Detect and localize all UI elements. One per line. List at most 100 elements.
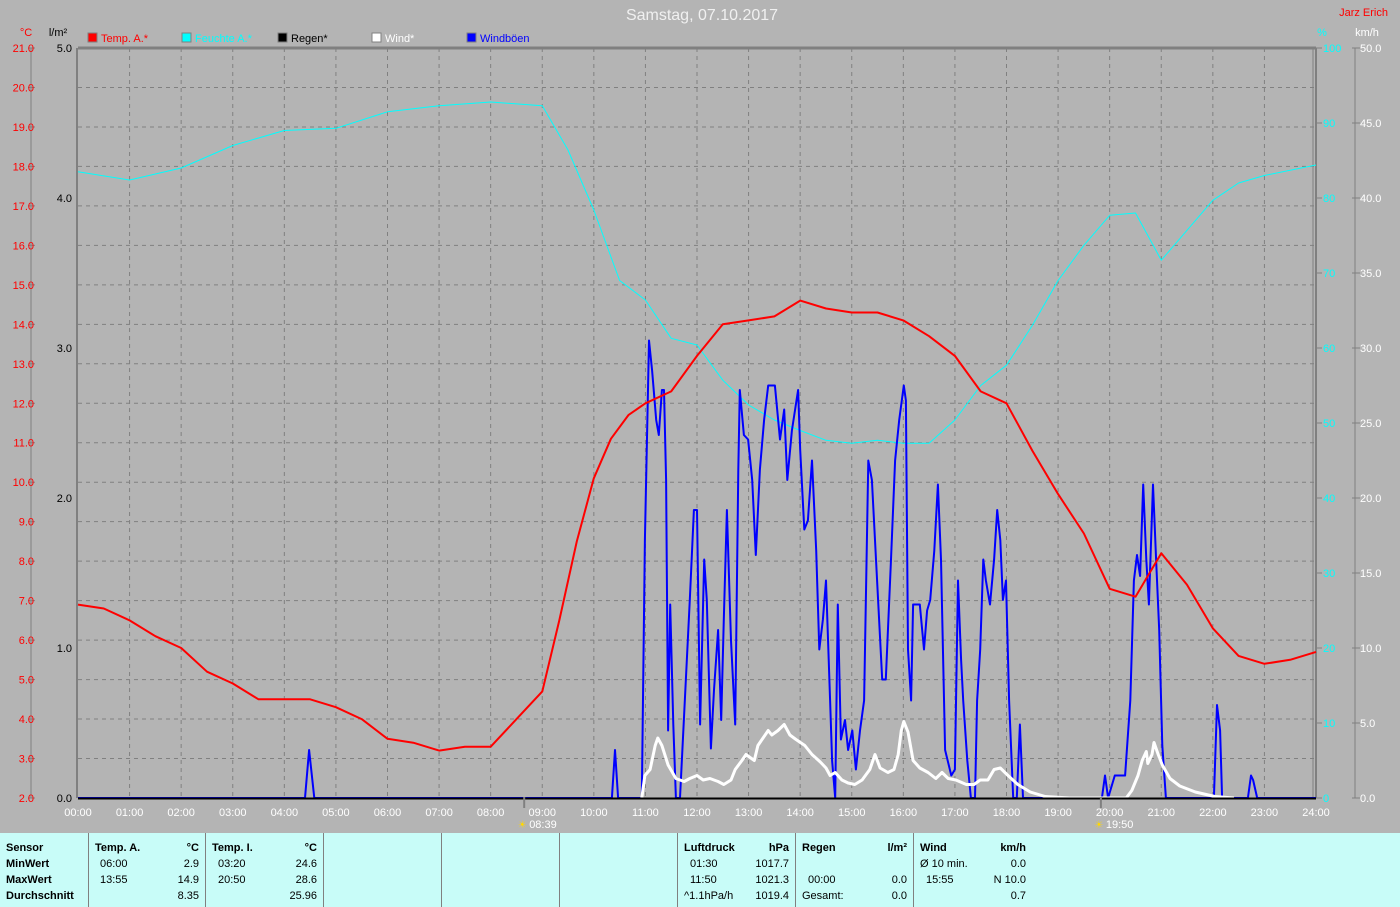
x-tick-label: 14:00: [786, 807, 814, 819]
pressure-header: Luftdruck: [684, 842, 735, 854]
temp-tick-label: 3.0: [19, 754, 34, 766]
rain-total: 0.0: [891, 890, 907, 902]
legend-swatch: [466, 32, 477, 43]
temp-a-unit: °C: [186, 842, 199, 854]
temp-i-min: 24.6: [295, 858, 317, 870]
temp-tick-label: 19.0: [13, 122, 34, 134]
wind-tick-label: 10.0: [1360, 643, 1381, 655]
rain-header: Regen: [802, 842, 836, 854]
x-tick-label: 22:00: [1199, 807, 1227, 819]
x-tick-label: 02:00: [167, 807, 195, 819]
legend-label: Regen*: [291, 33, 328, 45]
x-tick-label: 05:00: [322, 807, 350, 819]
temp-i-unit: °C: [304, 842, 317, 854]
temp-a-min: 2.9: [183, 858, 199, 870]
legend: Temp. A.* Feuchte A.* Regen* Wind* Windböen: [87, 32, 530, 45]
sensor-header: Sensor: [6, 842, 44, 854]
wind-tick-label: 45.0: [1360, 118, 1381, 130]
x-tick-label: 08:00: [477, 807, 505, 819]
pressure-trend: ^1.1hPa/h: [684, 890, 734, 902]
x-tick-label: 01:00: [116, 807, 144, 819]
wind-tick-label: 5.0: [1360, 718, 1375, 730]
temp-tick-label: 21.0: [13, 43, 34, 55]
rain-tick-label: 0.0: [57, 793, 72, 805]
wind-max: N 10.0: [993, 874, 1026, 886]
temp-tick-label: 12.0: [13, 398, 34, 410]
temp-tick-label: 7.0: [19, 596, 34, 608]
rain-max-time: 00:00: [808, 874, 836, 886]
wind-tick-label: 40.0: [1360, 193, 1381, 205]
x-tick-label: 00:00: [64, 807, 92, 819]
humidity-tick-label: 90: [1323, 118, 1335, 130]
x-tick-label: 15:00: [838, 807, 866, 819]
x-tick-label: 10:00: [580, 807, 608, 819]
x-tick-label: 04:00: [271, 807, 299, 819]
humidity-tick-label: 70: [1323, 268, 1335, 280]
empty-column: [324, 833, 442, 907]
legend-label: Feuchte A.*: [195, 33, 253, 45]
humidity-tick-label: 10: [1323, 718, 1335, 730]
x-axis: 00:00 01:00 02:00 03:00 04:00 05:00 06:00 07:00…: [64, 797, 1330, 831]
empty-column: [560, 833, 678, 907]
x-tick-label: 19:00: [1044, 807, 1072, 819]
x-tick-label: 17:00: [941, 807, 969, 819]
temp-tick-label: 15.0: [13, 280, 34, 292]
rain-max: 0.0: [891, 874, 907, 886]
temp-tick-label: 13.0: [13, 359, 34, 371]
temp-tick-label: 9.0: [19, 517, 34, 529]
temp-i-header: Temp. I.: [212, 842, 253, 854]
temp-tick-label: 16.0: [13, 240, 34, 252]
station-name: Jarz Erich: [1339, 7, 1388, 19]
pressure-unit: hPa: [768, 842, 789, 854]
rain-unit: l/m²: [887, 842, 907, 854]
temp-a-header: Temp. A.: [95, 842, 141, 854]
wind-tick-label: 50.0: [1360, 43, 1381, 55]
wind-tick-label: 25.0: [1360, 418, 1381, 430]
temp-tick-label: 8.0: [19, 556, 34, 568]
x-tick-label: 13:00: [735, 807, 763, 819]
series-line-wind: [640, 720, 1235, 800]
sunrise-icon: ☀: [518, 820, 527, 831]
temp-axis-unit: °C: [20, 27, 32, 39]
rain-axis-unit: l/m²: [49, 27, 68, 39]
pressure-min-time: 01:30: [690, 858, 718, 870]
temp-i-min-time: 03:20: [218, 858, 246, 870]
weather-chart: Samstag, 07.10.2017 Jarz Erich °C l/m² %…: [13, 7, 1388, 831]
chart-title: Samstag, 07.10.2017: [626, 7, 778, 24]
humidity-tick-label: 60: [1323, 343, 1335, 355]
x-tick-label: 18:00: [993, 807, 1021, 819]
humidity-tick-label: 80: [1323, 193, 1335, 205]
legend-swatch: [277, 32, 288, 43]
wind-tick-label: 0.0: [1360, 793, 1375, 805]
humidity-tick-label: 0: [1323, 793, 1329, 805]
x-tick-label: 11:00: [632, 807, 659, 819]
legend-swatch: [371, 32, 382, 43]
humidity-tick-label: 20: [1323, 643, 1335, 655]
humidity-tick-label: 100: [1323, 43, 1341, 55]
wind-unit: km/h: [1000, 842, 1026, 854]
temp-a-min-time: 06:00: [100, 858, 128, 870]
temp-i-max-time: 20:50: [218, 874, 246, 886]
x-tick-label: 12:00: [683, 807, 711, 819]
rain-tick-label: 4.0: [57, 193, 72, 205]
x-tick-label: 07:00: [425, 807, 453, 819]
x-tick-label: 16:00: [890, 807, 918, 819]
x-tick-label: 03:00: [219, 807, 247, 819]
temp-tick-label: 10.0: [13, 477, 34, 489]
temp-a-max-time: 13:55: [100, 874, 128, 886]
temp-a-max: 14.9: [177, 874, 199, 886]
temp-i-avg: 25.96: [289, 890, 317, 902]
avg-label: Durchschnitt: [6, 890, 74, 902]
pressure-max-time: 11:50: [690, 874, 717, 886]
rain-tick-label: 5.0: [57, 43, 72, 55]
sunset-time: 19:50: [1106, 819, 1134, 831]
legend-label: Windböen: [480, 33, 530, 45]
humidity-tick-label: 40: [1323, 493, 1335, 505]
pressure-min: 1017.7: [755, 858, 789, 870]
legend-label: Wind*: [385, 33, 415, 45]
wind-header: Wind: [920, 842, 947, 854]
x-tick-label: 24:00: [1302, 807, 1330, 819]
summary-table: Sensor MinWert MaxWert Durchschnitt Temp…: [0, 833, 1400, 907]
x-tick-label: 21:00: [1147, 807, 1175, 819]
wind-tick-label: 15.0: [1360, 568, 1381, 580]
